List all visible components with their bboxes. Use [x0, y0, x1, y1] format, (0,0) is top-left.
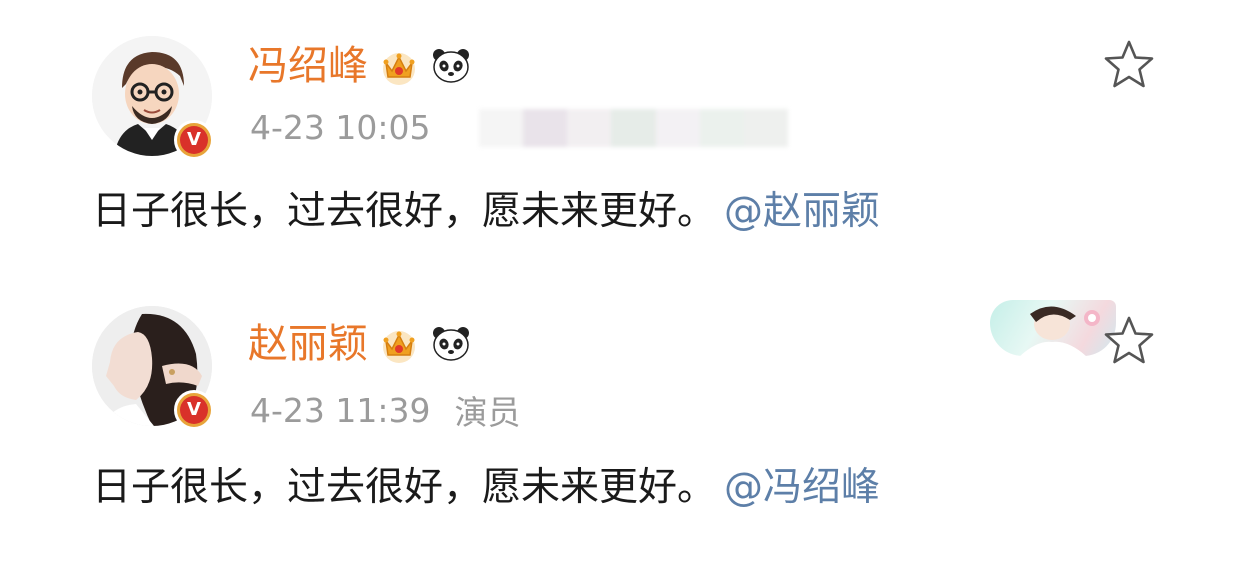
decorative-sticker-icon: [990, 300, 1116, 356]
blurred-source-region: [478, 108, 789, 147]
post-content: 日子很长，过去很好，愿未来更好。 @冯绍峰: [92, 460, 880, 516]
username[interactable]: 赵丽颖: [248, 318, 368, 370]
user-avatar[interactable]: V: [92, 306, 214, 430]
timestamp: 4-23 10:05: [250, 108, 431, 147]
post-content: 日子很长，过去很好，愿未来更好。 @赵丽颖: [92, 184, 880, 240]
meta-row: 4-23 11:39 演员: [250, 386, 521, 434]
name-row: 冯绍峰: [248, 40, 472, 92]
panda-icon[interactable]: [430, 323, 472, 365]
mention-link[interactable]: @赵丽颖: [724, 189, 880, 234]
mention-link[interactable]: @冯绍峰: [724, 465, 880, 510]
source-label: 演员: [454, 393, 521, 432]
verified-badge-letter: V: [180, 396, 208, 424]
favorite-star-icon[interactable]: [1100, 36, 1158, 94]
verified-badge-icon: V: [174, 390, 214, 430]
crown-icon[interactable]: [378, 45, 420, 87]
post-text: 日子很长，过去很好，愿未来更好。: [92, 465, 717, 510]
meta-row: 4-23 10:05: [250, 108, 789, 147]
crown-icon[interactable]: [378, 323, 420, 365]
name-row: 赵丽颖: [248, 318, 472, 370]
panda-icon[interactable]: [430, 45, 472, 87]
username[interactable]: 冯绍峰: [248, 40, 368, 92]
timestamp: 4-23 11:39: [250, 390, 431, 430]
verified-badge-letter: V: [180, 126, 208, 154]
weibo-post: V 赵丽颖 4-23 11:39 演员 日子很长，过去很好，愿未来更好。 @冯绍峰: [0, 280, 1242, 577]
post-text: 日子很长，过去很好，愿未来更好。: [92, 189, 717, 234]
favorite-star-icon[interactable]: [1100, 312, 1158, 370]
user-avatar[interactable]: V: [92, 36, 214, 160]
weibo-post: V 冯绍峰 4-23 10:05 日子很长，过去很好，愿未来更好。 @赵丽颖: [0, 0, 1242, 280]
verified-badge-icon: V: [174, 120, 214, 160]
